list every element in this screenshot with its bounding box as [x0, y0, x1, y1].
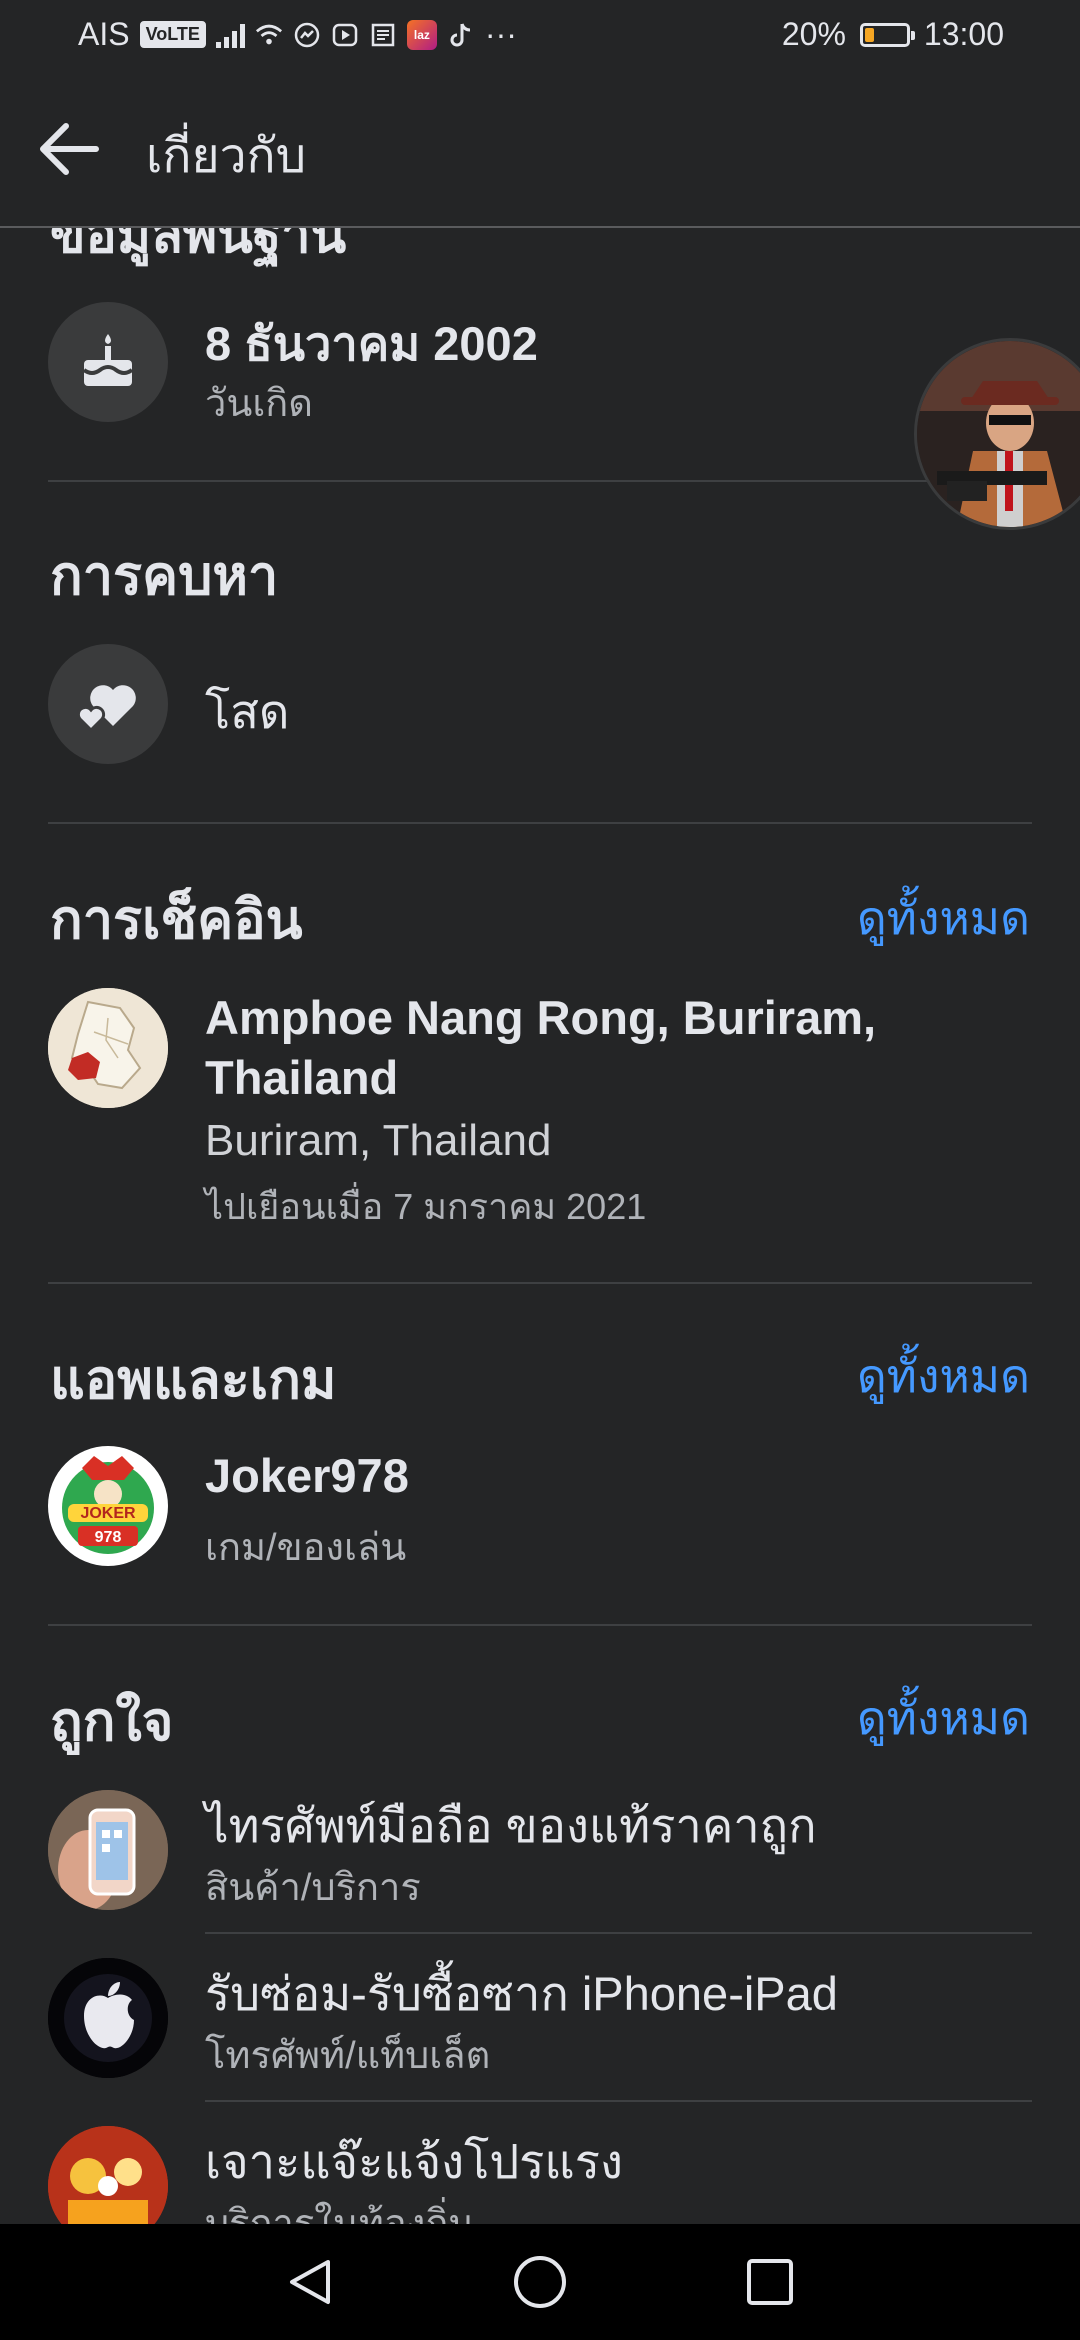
- battery-percent: 20%: [781, 16, 846, 52]
- about-content[interactable]: ข้อมูลพื้นฐาน 8 ธันวาคม 2002 วันเกิด การ…: [0, 226, 1080, 2224]
- joker978-logo-number: 978: [95, 1529, 122, 1546]
- apple-logo-avatar[interactable]: [48, 1958, 168, 2078]
- status-left: AIS VoLTE laz ···: [78, 16, 517, 53]
- relationship-heading: การคบหา: [50, 546, 279, 606]
- system-nav-bar: [0, 2224, 1080, 2340]
- more-icon: ···: [484, 16, 517, 52]
- like-item-category: สินค้า/บริการ: [205, 1867, 421, 1909]
- status-right: 20% 13:00: [782, 16, 1004, 53]
- likes-heading: ถูกใจ: [50, 1692, 174, 1752]
- checkin-place-line2: Thailand: [205, 1051, 399, 1104]
- checkin-visited-date: ไปเยือนเมื่อ 7 มกราคม 2021: [205, 1186, 647, 1227]
- volte-badge: VoLTE: [139, 21, 206, 48]
- app-category: เกม/ของเล่น: [205, 1527, 407, 1569]
- map-thumbnail-icon[interactable]: [48, 988, 168, 1108]
- apps-games-heading: แอพและเกม: [50, 1350, 337, 1410]
- nav-recents-icon[interactable]: [744, 2256, 796, 2308]
- checkin-place-line1: Amphoe Nang Rong, Buriram,: [205, 991, 877, 1044]
- clock: 13:00: [923, 16, 1004, 52]
- like-item-category: บริการในท้องถิ่น: [205, 2203, 475, 2224]
- status-bar: AIS VoLTE laz ··· 20% 13:00: [0, 0, 1080, 72]
- checkins-heading: การเช็คอิน: [50, 890, 303, 950]
- wifi-icon: [255, 21, 283, 49]
- divider: [48, 822, 1032, 824]
- lazada-icon: laz: [406, 19, 437, 50]
- likes-see-all-link[interactable]: ดูทั้งหมด: [857, 1682, 1030, 1755]
- play-icon: [331, 21, 359, 49]
- nav-home-icon[interactable]: [512, 2254, 568, 2310]
- divider: [48, 1282, 1032, 1284]
- app-name[interactable]: Joker978: [205, 1448, 409, 1503]
- phone-shop-avatar[interactable]: [48, 1790, 168, 1910]
- birthday-cake-icon: [48, 302, 168, 422]
- nav-back-icon[interactable]: [284, 2256, 336, 2308]
- app-header: เกี่ยวกับ: [0, 72, 1080, 228]
- messenger-icon: [293, 21, 321, 49]
- divider: [205, 2100, 1032, 2102]
- divider: [48, 1624, 1032, 1626]
- hearts-icon: [48, 644, 168, 764]
- news-icon: [369, 21, 397, 49]
- joker978-logo-text: JOKER: [80, 1505, 136, 1522]
- divider: [48, 480, 1032, 482]
- page-title: เกี่ยวกับ: [146, 130, 307, 183]
- relationship-value: โสด: [205, 685, 290, 738]
- like-item-category: โทรศัพท์/แท็บเล็ต: [205, 2035, 491, 2077]
- like-item-name[interactable]: เจาะแจ๊ะแจ้งโปรแรง: [205, 2124, 623, 2199]
- signal-icon: [215, 22, 245, 48]
- back-arrow-icon[interactable]: [34, 114, 104, 184]
- basic-info-heading: ข้อมูลพื้นฐาน: [50, 226, 347, 264]
- promo-page-avatar[interactable]: [48, 2126, 168, 2224]
- battery-icon: [859, 22, 915, 47]
- divider: [205, 1932, 1032, 1934]
- tiktok-icon: [447, 21, 475, 49]
- checkin-region: Buriram, Thailand: [205, 1116, 552, 1165]
- birthday-value: 8 ธันวาคม 2002: [205, 317, 538, 370]
- checkins-see-all-link[interactable]: ดูทั้งหมด: [857, 882, 1030, 955]
- carrier-label: AIS: [78, 16, 130, 52]
- checkin-place[interactable]: Amphoe Nang Rong, Buriram, Thailand: [205, 988, 876, 1108]
- birthday-label: วันเกิด: [205, 383, 313, 425]
- like-item-name[interactable]: ไทรศัพท์มือถือ ของแท้ราคาถูก: [205, 1788, 817, 1863]
- like-item-name[interactable]: รับซ่อม-รับซื้อซาก iPhone-iPad: [205, 1956, 838, 2031]
- apps-see-all-link[interactable]: ดูทั้งหมด: [857, 1340, 1030, 1413]
- joker978-logo[interactable]: JOKER 978: [48, 1446, 168, 1566]
